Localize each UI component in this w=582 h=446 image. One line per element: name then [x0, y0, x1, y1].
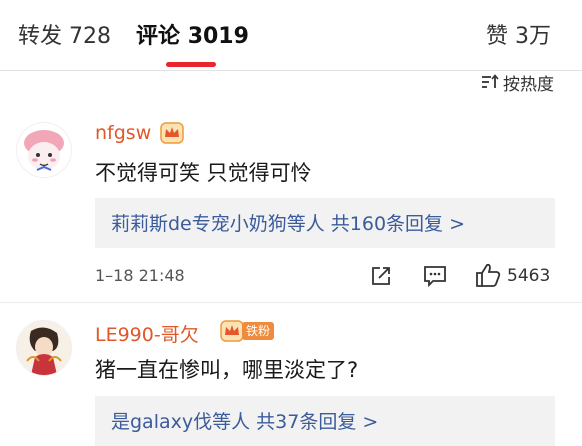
reply-summary: 莉莉斯de专宠小奶狗等人 共160条回复 > — [111, 213, 466, 235]
comment-time: 1–18 21:48 — [95, 266, 185, 285]
avatar-image — [17, 123, 71, 177]
reply-summary-box[interactable]: 莉莉斯de专宠小奶狗等人 共160条回复 > — [95, 198, 555, 248]
share-icon[interactable] — [370, 265, 392, 287]
avatar[interactable] — [16, 320, 72, 376]
like-icon[interactable] — [475, 262, 501, 288]
sort-by-hot-button[interactable]: 按热度 — [481, 70, 554, 95]
active-tab-indicator — [166, 62, 216, 67]
tab-like[interactable]: 赞 3万 — [486, 22, 551, 52]
tab-like-count: 3万 — [515, 24, 552, 49]
reply-summary-box[interactable]: 是galaxy伐等人 共37条回复 > — [95, 396, 555, 446]
sort-icon — [482, 74, 499, 88]
tab-comment-count: 3019 — [187, 24, 249, 49]
sort-label: 按热度 — [503, 74, 554, 95]
username[interactable]: nfgsw — [95, 122, 151, 144]
comment-content: 不觉得可笑 只觉得可怜 — [95, 161, 312, 185]
crown-icon — [220, 320, 244, 342]
tab-repost-count: 728 — [69, 24, 112, 49]
tab-repost[interactable]: 转发 728 — [18, 22, 111, 52]
tab-like-label: 赞 — [486, 24, 509, 49]
reply-summary: 是galaxy伐等人 共37条回复 > — [111, 411, 379, 433]
comment-tabs: 转发 728 评论 3019 赞 3万 — [0, 0, 582, 70]
comment-divider — [0, 302, 582, 303]
crown-icon — [160, 122, 184, 144]
username[interactable]: LE990-哥欠 — [95, 320, 199, 347]
comment-content: 猪一直在惨叫，哪里淡定了? — [95, 358, 359, 382]
avatar-image — [17, 321, 71, 375]
tab-comment-label: 评论 — [136, 24, 181, 49]
tab-repost-label: 转发 — [18, 24, 63, 49]
tab-comment[interactable]: 评论 3019 — [136, 22, 249, 52]
avatar[interactable] — [16, 122, 72, 178]
like-count: 5463 — [507, 266, 551, 286]
fan-badge: 铁粉 — [242, 322, 275, 340]
comment-icon[interactable] — [423, 265, 447, 287]
